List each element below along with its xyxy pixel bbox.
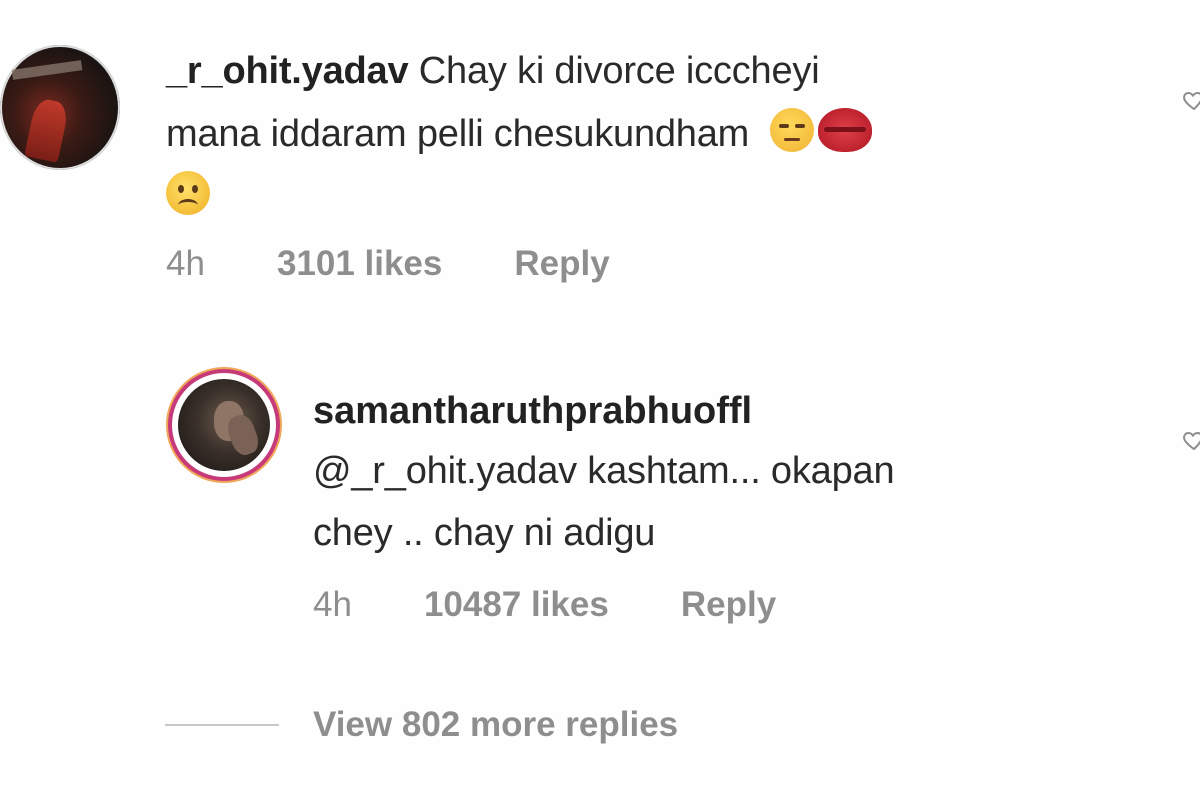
heart-icon[interactable]	[1182, 428, 1200, 452]
unamused-face-emoji	[769, 108, 814, 152]
comment-text-line2: mana iddaram pelli chesukundham	[166, 113, 760, 155]
comment-username[interactable]: _r_ohit.yadav	[166, 50, 409, 92]
heart-icon[interactable]	[1182, 88, 1200, 112]
comments-thread: _r_ohit.yadav Chay ki divorce icccheyi m…	[0, 0, 1200, 810]
reply-likes[interactable]: 10487 likes	[424, 585, 609, 625]
comment-text-line1: Chay ki divorce icccheyi	[408, 50, 820, 92]
reply-username[interactable]: samantharuthprabhuoffl	[313, 390, 752, 433]
reply-avatar[interactable]	[172, 373, 276, 477]
reply-button[interactable]: Reply	[514, 244, 609, 284]
replies-divider-line	[165, 724, 279, 726]
reply-text-line1: @_r_ohit.yadav kashtam... okapan	[313, 450, 895, 492]
reply-time: 4h	[313, 585, 352, 624]
comment-meta: 4h 3101 likes Reply	[166, 244, 610, 284]
reply-meta: 4h 10487 likes Reply	[313, 585, 776, 625]
reply-button[interactable]: Reply	[681, 585, 776, 625]
comment-body: _r_ohit.yadav Chay ki divorce icccheyi m…	[166, 40, 1146, 229]
commenter-avatar[interactable]	[0, 45, 120, 170]
reply-text-line2: chey .. chay ni adigu	[313, 512, 656, 554]
avatar-photo	[178, 379, 270, 471]
reply-body: @_r_ohit.yadav kashtam... okapan chey ..…	[313, 440, 1133, 564]
avatar-hand-graphic	[223, 411, 263, 459]
frowning-face-emoji	[166, 171, 210, 215]
avatar-banner-graphic	[11, 60, 83, 80]
comment-likes[interactable]: 3101 likes	[277, 244, 442, 284]
comment-time: 4h	[166, 244, 205, 283]
kiss-mark-emoji	[817, 108, 872, 152]
view-more-replies-label: View 802 more replies	[313, 705, 679, 744]
view-more-replies-button[interactable]: View 802 more replies	[165, 705, 678, 745]
avatar-figure-graphic	[24, 97, 70, 163]
